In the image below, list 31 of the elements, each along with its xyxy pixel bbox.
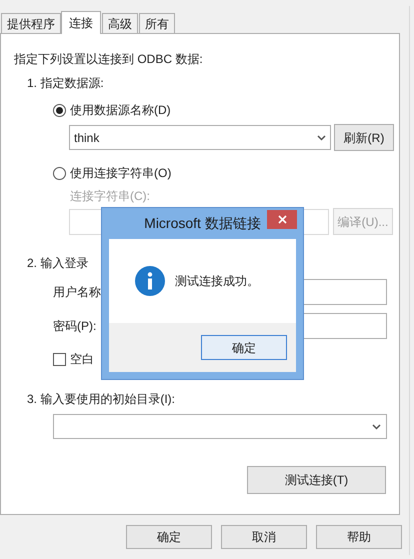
chevron-down-icon (372, 424, 381, 430)
tab[interactable]: 连接 (61, 11, 101, 34)
info-icon (135, 266, 165, 296)
radio-label: 使用数据源名称(D) (70, 102, 171, 119)
radio-button[interactable] (53, 166, 66, 180)
data-source-dropdown[interactable]: think (69, 125, 331, 150)
dialog-button[interactable]: 帮助 (316, 525, 402, 549)
message-box-title: Microsoft 数据链接 (144, 214, 261, 233)
close-icon (278, 215, 286, 224)
dialog-button[interactable]: 确定 (126, 525, 212, 549)
checkbox[interactable] (53, 352, 66, 366)
refresh-button[interactable]: 刷新(R) (334, 124, 394, 151)
close-button[interactable] (267, 210, 297, 229)
tab[interactable]: 高级 (102, 13, 138, 33)
section-heading: 1. 指定数据源: (27, 75, 104, 92)
tab[interactable]: 所有 (139, 13, 175, 33)
chevron-down-icon (317, 134, 326, 140)
field-label: 用户名称 (53, 284, 102, 301)
ok-button[interactable]: 确定 (201, 335, 287, 360)
test-connection-button[interactable]: 测试连接(T) (247, 466, 386, 494)
dialog-button[interactable]: 取消 (221, 525, 307, 549)
section-heading: 2. 输入登录 (27, 255, 88, 272)
radio-button[interactable] (53, 104, 66, 116)
message-text: 测试连接成功。 (175, 273, 259, 290)
section-heading: 3. 输入要使用的初始目录(I): (27, 391, 176, 408)
field-label: 密码(P): (53, 318, 98, 335)
intro-text: 指定下列设置以连接到 ODBC 数据: (14, 51, 203, 68)
field-label: 连接字符串(C): (70, 188, 150, 205)
checkbox-label: 空白 (70, 351, 94, 368)
tab[interactable]: 提供程序 (1, 13, 61, 33)
radio-label: 使用连接字符串(O) (70, 165, 172, 182)
